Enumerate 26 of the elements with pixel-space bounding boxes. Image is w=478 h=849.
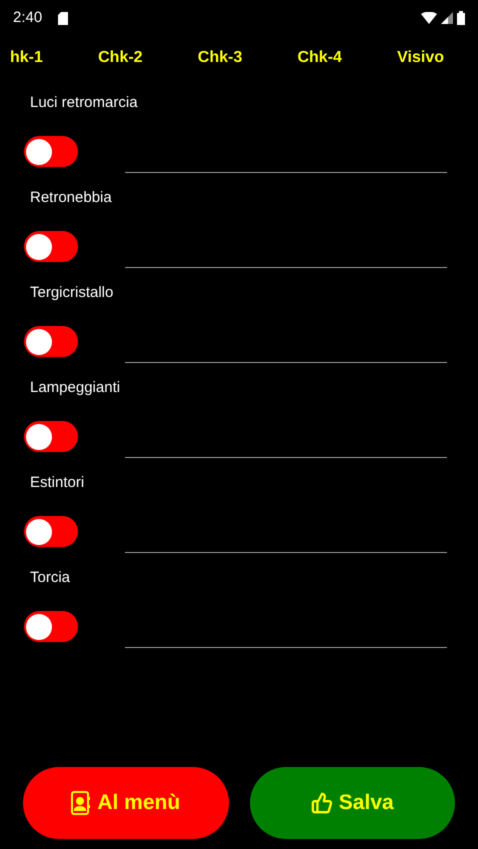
item-label: Luci retromarcia <box>29 93 138 113</box>
tab[interactable]: Chk-3 <box>198 46 242 70</box>
toggle-switch[interactable] <box>24 421 78 452</box>
tab[interactable]: Visivo <box>397 46 444 70</box>
status-time: 2:40 <box>13 8 42 28</box>
tab[interactable]: Chk-4 <box>297 46 342 70</box>
item-label: Torcia <box>29 568 70 588</box>
tab[interactable]: Chk-2 <box>98 46 143 70</box>
signal-icon <box>441 12 453 24</box>
battery-icon <box>457 11 465 25</box>
item-label: Tergicristallo <box>29 283 114 303</box>
tab[interactable]: hk-1 <box>10 46 43 70</box>
sd-card-icon <box>58 12 68 24</box>
toggle-switch[interactable] <box>24 611 78 642</box>
item-label: Lampeggianti <box>29 378 120 398</box>
toggle-switch[interactable] <box>24 136 78 167</box>
item-label: Estintori <box>29 473 84 493</box>
save-button[interactable]: Salva <box>250 767 455 839</box>
contact-book-icon <box>71 791 92 815</box>
toggle-switch[interactable] <box>24 326 78 357</box>
wifi-icon <box>421 12 437 24</box>
toggle-switch[interactable] <box>24 516 78 547</box>
item-label: Retronebbia <box>29 188 112 208</box>
menu-button[interactable]: Al menù <box>23 767 228 839</box>
toggle-switch[interactable] <box>24 231 78 262</box>
thumbs-up-icon <box>310 792 333 814</box>
